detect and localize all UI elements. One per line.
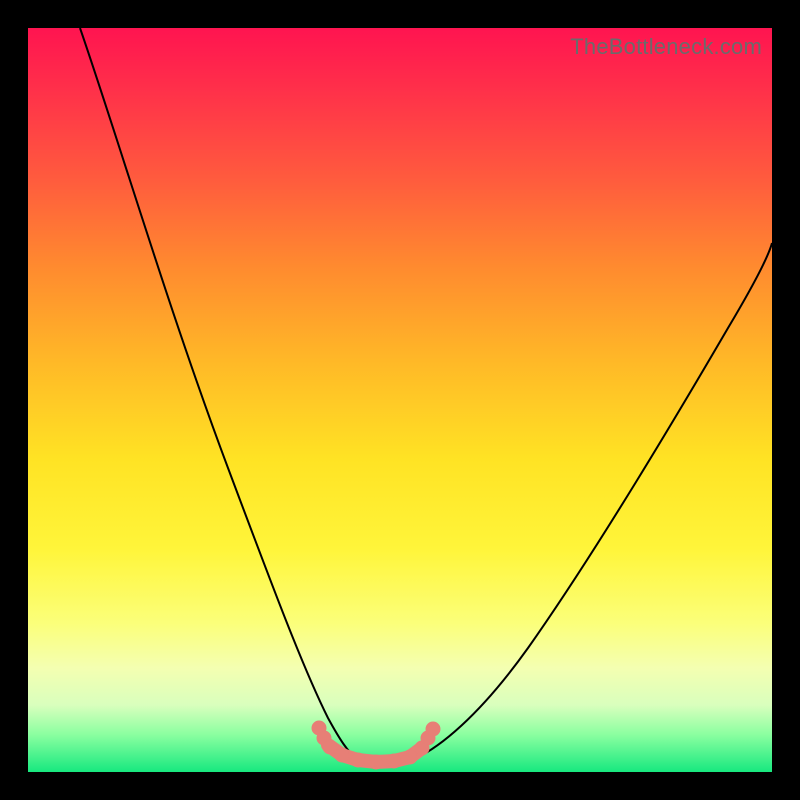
curve-layer: [28, 28, 772, 772]
optimum-marker-bead: [426, 722, 440, 736]
optimum-marker-bead: [403, 750, 417, 764]
optimum-marker-bead: [323, 740, 337, 754]
bottleneck-curve-left: [80, 28, 356, 758]
bottleneck-curve-right: [416, 243, 772, 758]
plot-area: TheBottleneck.com: [28, 28, 772, 772]
chart-frame: TheBottleneck.com: [0, 0, 800, 800]
optimum-marker-bead: [351, 753, 365, 767]
optimum-marker-bead: [387, 754, 401, 768]
optimum-marker-bead: [369, 755, 383, 769]
optimum-marker-bead: [335, 748, 349, 762]
